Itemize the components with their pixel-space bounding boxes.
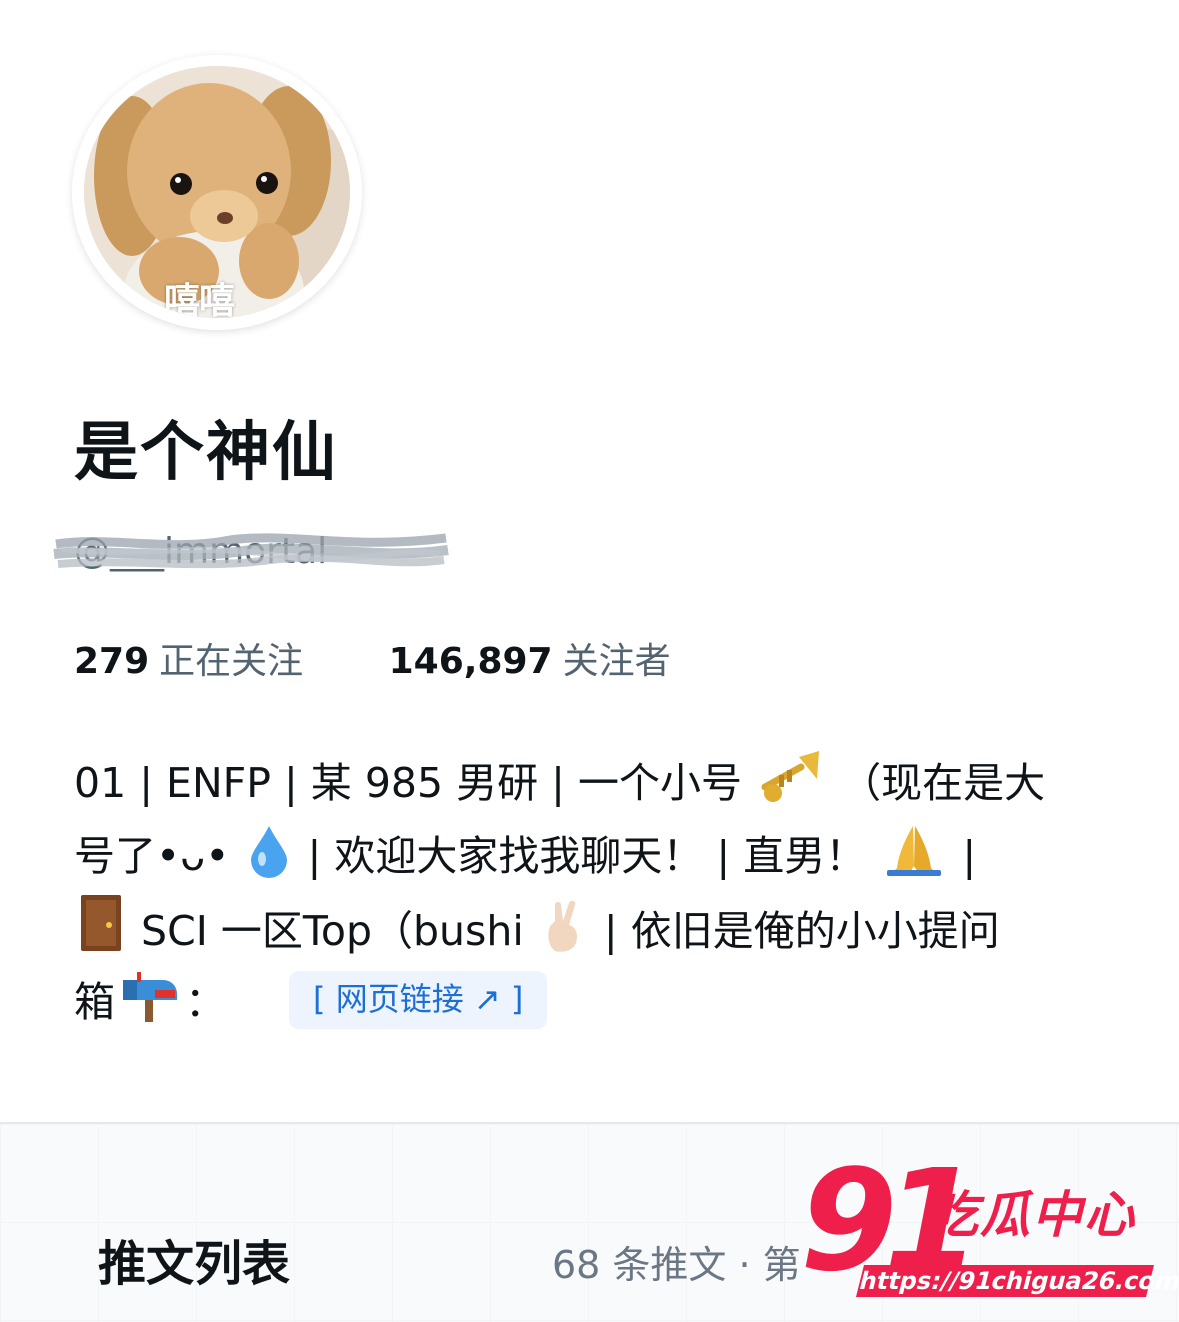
bio-text: ：: [185, 978, 226, 1026]
bio-text: | 欢迎大家找我聊天！ | 直男！: [307, 832, 867, 880]
following-stat[interactable]: 279 正在关注: [74, 638, 303, 686]
bio-line-2: 号了•ᴗ• | 欢迎大家找我聊天！ | 直男！ |: [74, 820, 1114, 893]
tweets-section-title: 推文列表: [98, 1236, 291, 1292]
followers-count: 146,897: [388, 641, 553, 682]
following-count: 279: [74, 641, 150, 682]
bio-line-4: 箱 ： [ 网页链接 ↗ ]: [74, 966, 1114, 1039]
droplet-icon: [247, 824, 291, 901]
watermark-text: 吃瓜中心: [928, 1186, 1136, 1244]
folded-hands-icon: [883, 822, 945, 901]
bio-text: SCI 一区Top（bushi: [141, 907, 524, 955]
bio-line-1: 01 | ENFP | 某 985 男研 | 一个小号 （现在是大: [74, 747, 1114, 820]
bio: 01 | ENFP | 某 985 男研 | 一个小号 （现在是大 号了•ᴗ•: [74, 747, 1114, 1039]
watermark-url: https://91chigua26.com: [856, 1265, 1179, 1297]
profile-page: 嘻嘻 是个神仙 @___immortal 279 正在关注 146,897 关注者 …: [0, 0, 1179, 1322]
bio-text: 01 | ENFP | 某 985 男研 | 一个小号: [74, 759, 743, 807]
bio-line-3: SCI 一区Top（bushi | 依旧是俺的小小提问: [74, 893, 1114, 966]
trumpet-icon: [759, 749, 823, 828]
watermark-logo: 91 吃瓜中心 https://91chigua26.com: [800, 1147, 1179, 1315]
bio-text: （现在是大: [840, 759, 1046, 807]
bio-text: 号了•ᴗ•: [74, 832, 230, 880]
followers-stat[interactable]: 146,897 关注者: [389, 638, 671, 686]
avatar-caption: 嘻嘻: [163, 281, 235, 318]
mailbox-icon: [119, 966, 181, 1047]
redaction-scribble: [53, 533, 449, 569]
user-handle: @___immortal: [50, 522, 452, 578]
door-icon: [78, 893, 124, 976]
followers-label: 关注者: [562, 641, 671, 682]
tweet-count: 68 条推文 · 第: [552, 1243, 801, 1287]
bio-text: | 依旧是俺的小小提问: [603, 907, 1000, 955]
avatar[interactable]: 嘻嘻: [84, 66, 350, 318]
bio-text: 箱: [74, 978, 115, 1026]
display-name: 是个神仙: [74, 416, 338, 490]
bio-text: |: [962, 832, 977, 880]
following-label: 正在关注: [159, 641, 304, 682]
follow-stats: 279 正在关注 146,897 关注者: [74, 638, 671, 686]
web-link[interactable]: [ 网页链接 ↗ ]: [289, 971, 548, 1029]
crossed-fingers-icon: [541, 897, 587, 976]
